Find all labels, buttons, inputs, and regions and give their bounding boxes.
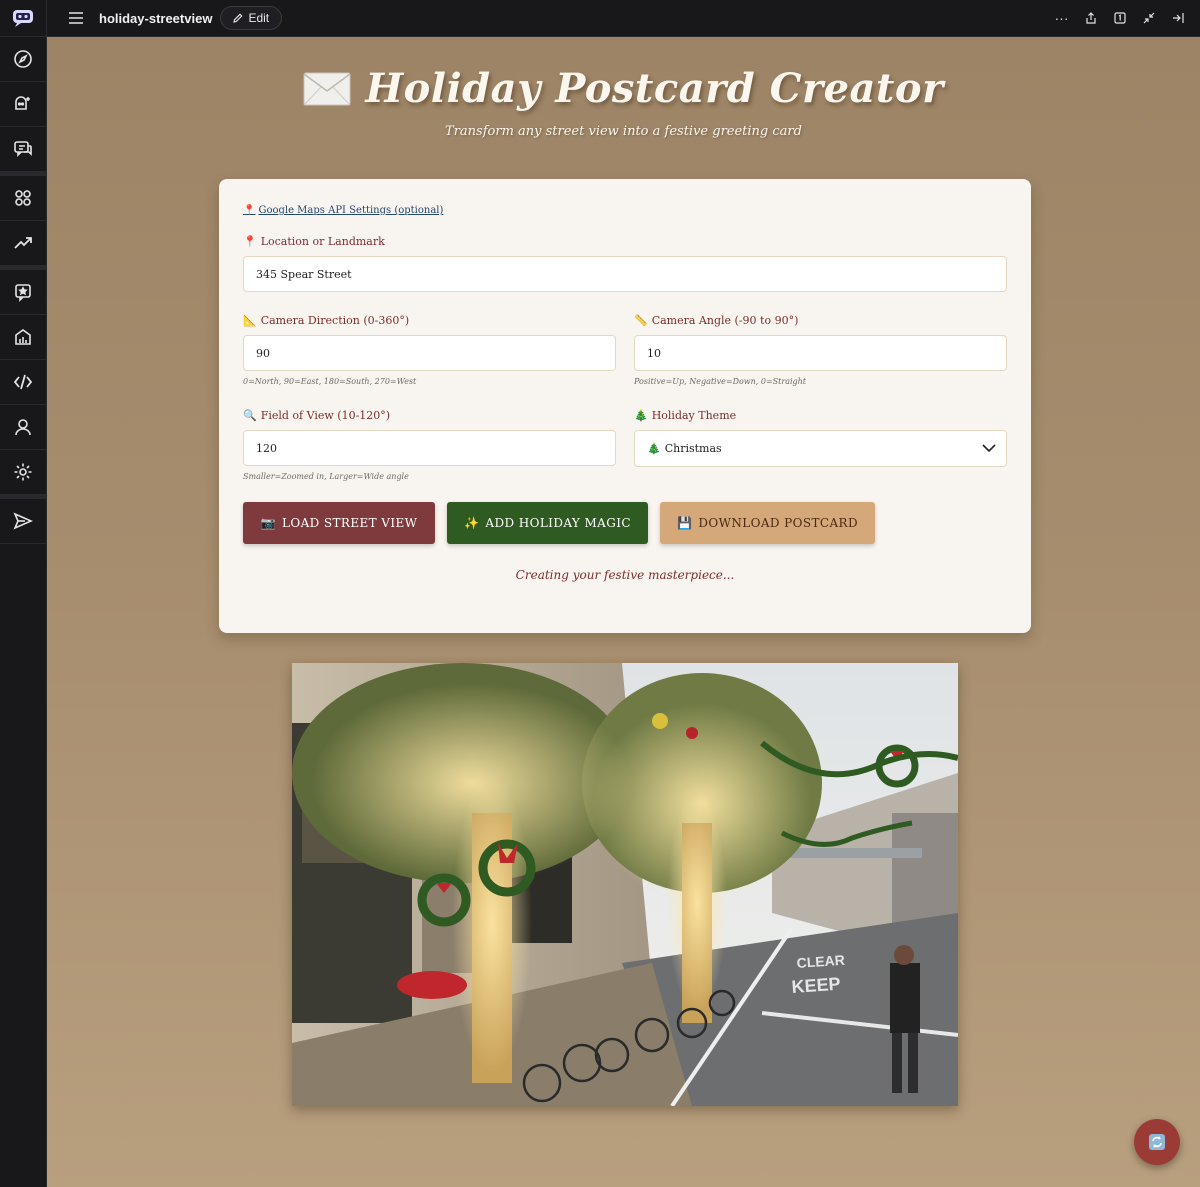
send-icon[interactable] [0,499,46,544]
svg-text:CLEAR: CLEAR [796,952,845,971]
compass-icon[interactable] [0,37,46,82]
api-settings-link[interactable]: 📍 Google Maps API Settings (optional) [243,205,443,216]
form-card: 📍 Google Maps API Settings (optional) 📍 … [219,179,1031,633]
location-input[interactable]: 345 Spear Street [243,256,1007,292]
location-field-group: 📍 Location or Landmark 345 Spear Street [243,235,1007,292]
page-subtitle: Transform any street view into a festive… [445,124,802,139]
load-street-view-button[interactable]: 📷 LOAD STREET VIEW [243,502,435,544]
left-sidebar [0,0,47,1187]
bot-add-icon[interactable] [0,82,46,127]
tree-icon: 🎄 [634,409,648,422]
theme-field-group: 🎄 Holiday Theme 🎄 Christmas [634,409,1007,467]
angle-input[interactable]: 10 [634,335,1007,371]
sparkles-icon: ✨ [464,516,480,530]
share-icon[interactable] [1076,3,1105,33]
fov-input[interactable]: 120 [243,430,616,466]
tree-icon: 🎄 [647,442,661,455]
add-holiday-magic-button[interactable]: ✨ ADD HOLIDAY MAGIC [447,502,648,544]
app-name: holiday-streetview [99,10,213,26]
fov-label: 🔍 Field of View (10-120°) [243,409,616,422]
settings-icon[interactable] [0,450,46,495]
collapse-icon[interactable] [1134,3,1163,33]
direction-hint: 0=North, 90=East, 180=South, 270=West [243,377,417,386]
angle-label: 📏 Camera Angle (-90 to 90°) [634,314,1007,327]
page-header: Holiday Postcard Creator Transform any s… [47,65,1200,139]
direction-input[interactable]: 90 [243,335,616,371]
refresh-fab-button[interactable] [1134,1119,1180,1165]
angle-hint: Positive=Up, Negative=Down, 0=Straight [634,377,807,386]
theme-label: 🎄 Holiday Theme [634,409,1007,422]
user-icon[interactable] [0,405,46,450]
load-button-label: LOAD STREET VIEW [281,516,418,530]
trending-icon[interactable] [0,221,46,266]
download-postcard-button[interactable]: 💾 DOWNLOAD POSTCARD [660,502,875,544]
svg-text:KEEP: KEEP [791,974,841,997]
pencil-icon [233,13,243,23]
theme-label-text: Holiday Theme [651,409,737,422]
floppy-disk-icon: 💾 [677,516,693,530]
main-content: Holiday Postcard Creator Transform any s… [47,37,1200,1187]
analytics-icon[interactable] [0,315,46,360]
hamburger-menu-icon[interactable] [65,12,87,24]
app-logo-icon[interactable] [0,0,46,37]
envelope-icon [303,72,351,106]
apps-icon[interactable] [0,176,46,221]
pin-icon: 📍 [243,235,257,248]
api-settings-label: Google Maps API Settings (optional) [258,205,444,216]
action-buttons: 📷 LOAD STREET VIEW ✨ ADD HOLIDAY MAGIC 💾… [243,502,875,544]
camera-icon: 📷 [260,516,276,530]
location-label: 📍 Location or Landmark [243,235,1007,248]
direction-label: 📐 Camera Direction (0-360°) [243,314,616,327]
badge-one-icon[interactable] [1105,3,1134,33]
status-message: Creating your festive masterpiece... [515,568,735,582]
code-icon[interactable] [0,360,46,405]
triangle-ruler-icon: 📐 [243,314,257,327]
location-label-text: Location or Landmark [260,235,385,248]
expand-right-icon[interactable] [1163,3,1192,33]
star-message-icon[interactable] [0,270,46,315]
chat-icon[interactable] [0,127,46,172]
straight-ruler-icon: 📏 [634,314,648,327]
pin-icon: 📍 [243,205,256,216]
more-icon[interactable]: ··· [1047,3,1076,33]
refresh-icon [1149,1134,1165,1150]
page-title: Holiday Postcard Creator [365,65,944,112]
window-controls: ··· [1047,3,1192,33]
fov-field-group: 🔍 Field of View (10-120°) 120 Smaller=Zo… [243,409,616,481]
direction-label-text: Camera Direction (0-360°) [260,314,410,327]
fov-label-text: Field of View (10-120°) [260,409,391,422]
download-button-label: DOWNLOAD POSTCARD [698,516,858,530]
angle-label-text: Camera Angle (-90 to 90°) [651,314,799,327]
postcard-image: CLEAR KEEP [292,663,958,1106]
angle-field-group: 📏 Camera Angle (-90 to 90°) 10 Positive=… [634,314,1007,386]
top-bar: holiday-streetview Edit ··· [47,0,1200,37]
magic-button-label: ADD HOLIDAY MAGIC [485,516,631,530]
edit-label: Edit [248,11,270,25]
magnifier-icon: 🔍 [243,409,257,422]
chevron-down-icon [982,444,996,453]
fov-hint: Smaller=Zoomed in, Larger=Wide angle [243,472,409,481]
edit-button[interactable]: Edit [220,6,283,30]
direction-field-group: 📐 Camera Direction (0-360°) 90 0=North, … [243,314,616,386]
theme-selected-value: Christmas [664,442,722,455]
theme-select[interactable]: 🎄 Christmas [634,430,1007,467]
